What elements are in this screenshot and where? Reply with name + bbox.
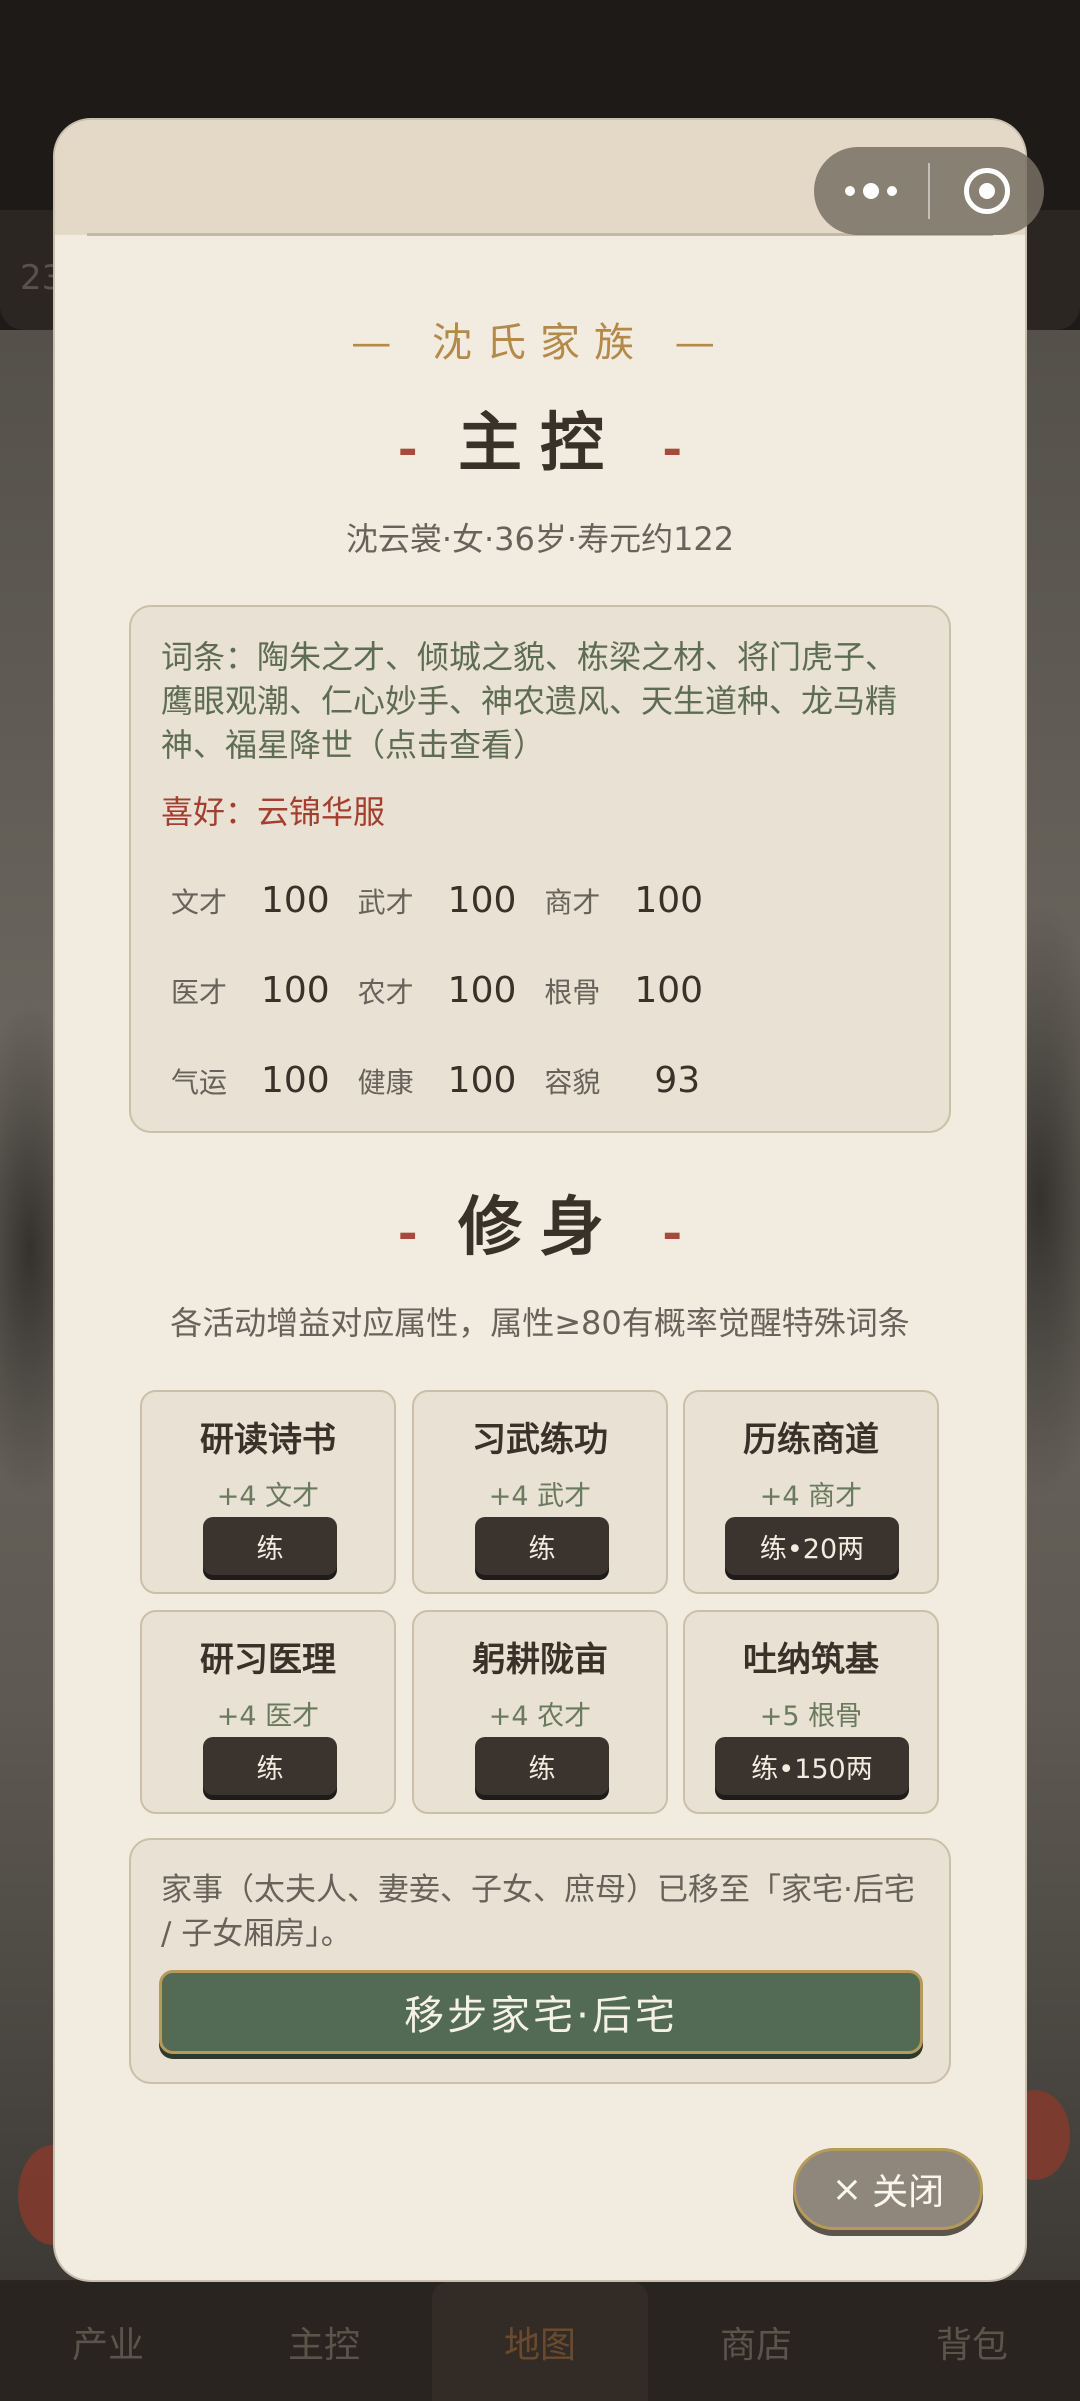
character-summary: 沈云裳·女·36岁·寿元约122 (345, 520, 735, 558)
more-dots-icon[interactable] (814, 147, 928, 235)
miniprogram-capsule (814, 147, 1044, 235)
stat-item: 健康 100 (358, 1060, 545, 1101)
stat-label: 健康 (357, 1065, 414, 1099)
stat-label: 武才 (357, 885, 414, 919)
stat-label: 商才 (544, 885, 601, 919)
stat-value: 100 (634, 879, 704, 921)
close-icon: × (831, 2168, 863, 2210)
stat-value: 100 (261, 1059, 330, 1101)
stat-value: 100 (261, 879, 330, 921)
family-title-dash-left: — (351, 320, 406, 366)
main-section-title-text: 主控 (458, 406, 622, 481)
stat-value: 100 (447, 1059, 517, 1101)
nav-item-map[interactable]: 地图 (432, 2282, 648, 2401)
close-button[interactable]: × 关闭 (793, 2148, 983, 2230)
training-gain: +4 商才 (759, 1481, 863, 1512)
stat-item: 农才 100 (358, 970, 545, 1011)
training-card-martial: 习武练功 +4 武才 练 (412, 1390, 668, 1594)
stat-item: 文才 100 (171, 880, 358, 921)
stat-item: 气运 100 (171, 1060, 358, 1101)
section-mark-right: - (662, 1204, 683, 1261)
stats-row: 医才 100 农才 100 根骨 100 (171, 945, 731, 1035)
bottom-nav: 产业 主控 地图 商店 背包 (0, 2282, 1080, 2401)
stat-item: 商才 100 (544, 880, 731, 921)
stat-item: 武才 100 (358, 880, 545, 921)
training-gain: +5 根骨 (759, 1701, 863, 1732)
go-to-inner-residence-button[interactable]: 移步家宅·后宅 (159, 1970, 923, 2054)
nav-item-industry[interactable]: 产业 (0, 2282, 216, 2401)
training-card-study: 研读诗书 +4 文才 练 (140, 1390, 396, 1594)
training-card-commerce: 历练商道 +4 商才 练•20两 (683, 1390, 939, 1594)
stat-value: 93 (654, 1059, 701, 1101)
family-title-text: 沈氏家族 (432, 320, 648, 366)
stat-value: 100 (447, 879, 517, 921)
training-card-medicine: 研习医理 +4 医才 练 (140, 1610, 396, 1814)
training-gain: +4 文才 (216, 1481, 320, 1512)
training-subtitle: 各活动增益对应属性，属性≥80有概率觉醒特殊词条 (170, 1304, 910, 1342)
stat-label: 医才 (171, 975, 228, 1009)
nav-item-main[interactable]: 主控 (216, 2282, 432, 2401)
training-section-title: - 修身 - (55, 1176, 1025, 1268)
training-card-farming: 躬耕陇亩 +4 农才 练 (412, 1610, 668, 1814)
family-title-dash-right: — (674, 320, 729, 366)
stat-value: 100 (447, 969, 517, 1011)
stats-row: 文才 100 武才 100 商才 100 (171, 855, 731, 945)
training-gain: +4 医才 (216, 1701, 320, 1732)
character-info-card: 词条：陶朱之才、倾城之貌、栋梁之材、将门虎子、鹰眼观潮、仁心妙手、神农遗风、天生… (129, 605, 951, 1133)
stats-row: 气运 100 健康 100 容貌 93 (171, 1035, 731, 1125)
train-button[interactable]: 练 (475, 1517, 609, 1575)
training-name: 躬耕陇亩 (472, 1640, 608, 1680)
stat-item: 根骨 100 (544, 970, 731, 1011)
stat-item: 医才 100 (171, 970, 358, 1011)
stat-label: 农才 (357, 975, 414, 1009)
training-name: 研读诗书 (200, 1420, 336, 1460)
section-mark-left: - (397, 1204, 418, 1261)
close-label: 关闭 (872, 2172, 945, 2213)
household-notice-card: 家事（太夫人、妻妾、子女、庶母）已移至「家宅·后宅 / 子女厢房」。 移步家宅·… (129, 1838, 951, 2084)
training-gain: +4 农才 (488, 1701, 592, 1732)
family-modal: — 沈氏家族 — - 主控 - 沈云裳·女·36岁·寿元约122 词条：陶朱之才… (55, 120, 1025, 2280)
stat-value: 100 (261, 969, 330, 1011)
train-button[interactable]: 练 (475, 1737, 609, 1795)
stat-label: 根骨 (544, 975, 601, 1009)
nav-item-shop[interactable]: 商店 (648, 2282, 864, 2401)
train-button[interactable]: 练 (203, 1737, 337, 1795)
target-icon[interactable] (930, 147, 1044, 235)
hobby-text: 喜好：云锦华服 (161, 793, 386, 831)
training-section-title-text: 修身 (458, 1190, 622, 1265)
main-section-title: - 主控 - (55, 392, 1025, 484)
training-card-breathing: 吐纳筑基 +5 根骨 练•150两 (683, 1610, 939, 1814)
stats-grid: 文才 100 武才 100 商才 100 医才 100 农才 100 根骨 10… (171, 855, 731, 1125)
nav-item-bag[interactable]: 背包 (864, 2282, 1080, 2401)
stat-label: 文才 (171, 885, 228, 919)
train-button[interactable]: 练•150两 (715, 1737, 909, 1795)
training-gain: +4 武才 (488, 1481, 592, 1512)
train-button[interactable]: 练 (203, 1517, 337, 1575)
stat-value: 100 (634, 969, 704, 1011)
household-notice-text: 家事（太夫人、妻妾、子女、庶母）已移至「家宅·后宅 / 子女厢房」。 (161, 1872, 915, 1952)
training-name: 历练商道 (743, 1420, 879, 1460)
stat-label: 气运 (171, 1065, 228, 1099)
section-mark-right: - (662, 420, 683, 477)
train-button[interactable]: 练•20两 (725, 1517, 899, 1575)
stat-item: 容貌 93 (544, 1060, 731, 1101)
training-name: 习武练功 (472, 1420, 608, 1460)
training-name: 研习医理 (200, 1640, 336, 1680)
family-title: — 沈氏家族 — (55, 310, 1025, 368)
stat-label: 容貌 (544, 1065, 601, 1099)
training-name: 吐纳筑基 (743, 1640, 879, 1680)
section-mark-left: - (397, 420, 418, 477)
traits-text[interactable]: 词条：陶朱之才、倾城之貌、栋梁之材、将门虎子、鹰眼观潮、仁心妙手、神农遗风、天生… (161, 635, 921, 767)
